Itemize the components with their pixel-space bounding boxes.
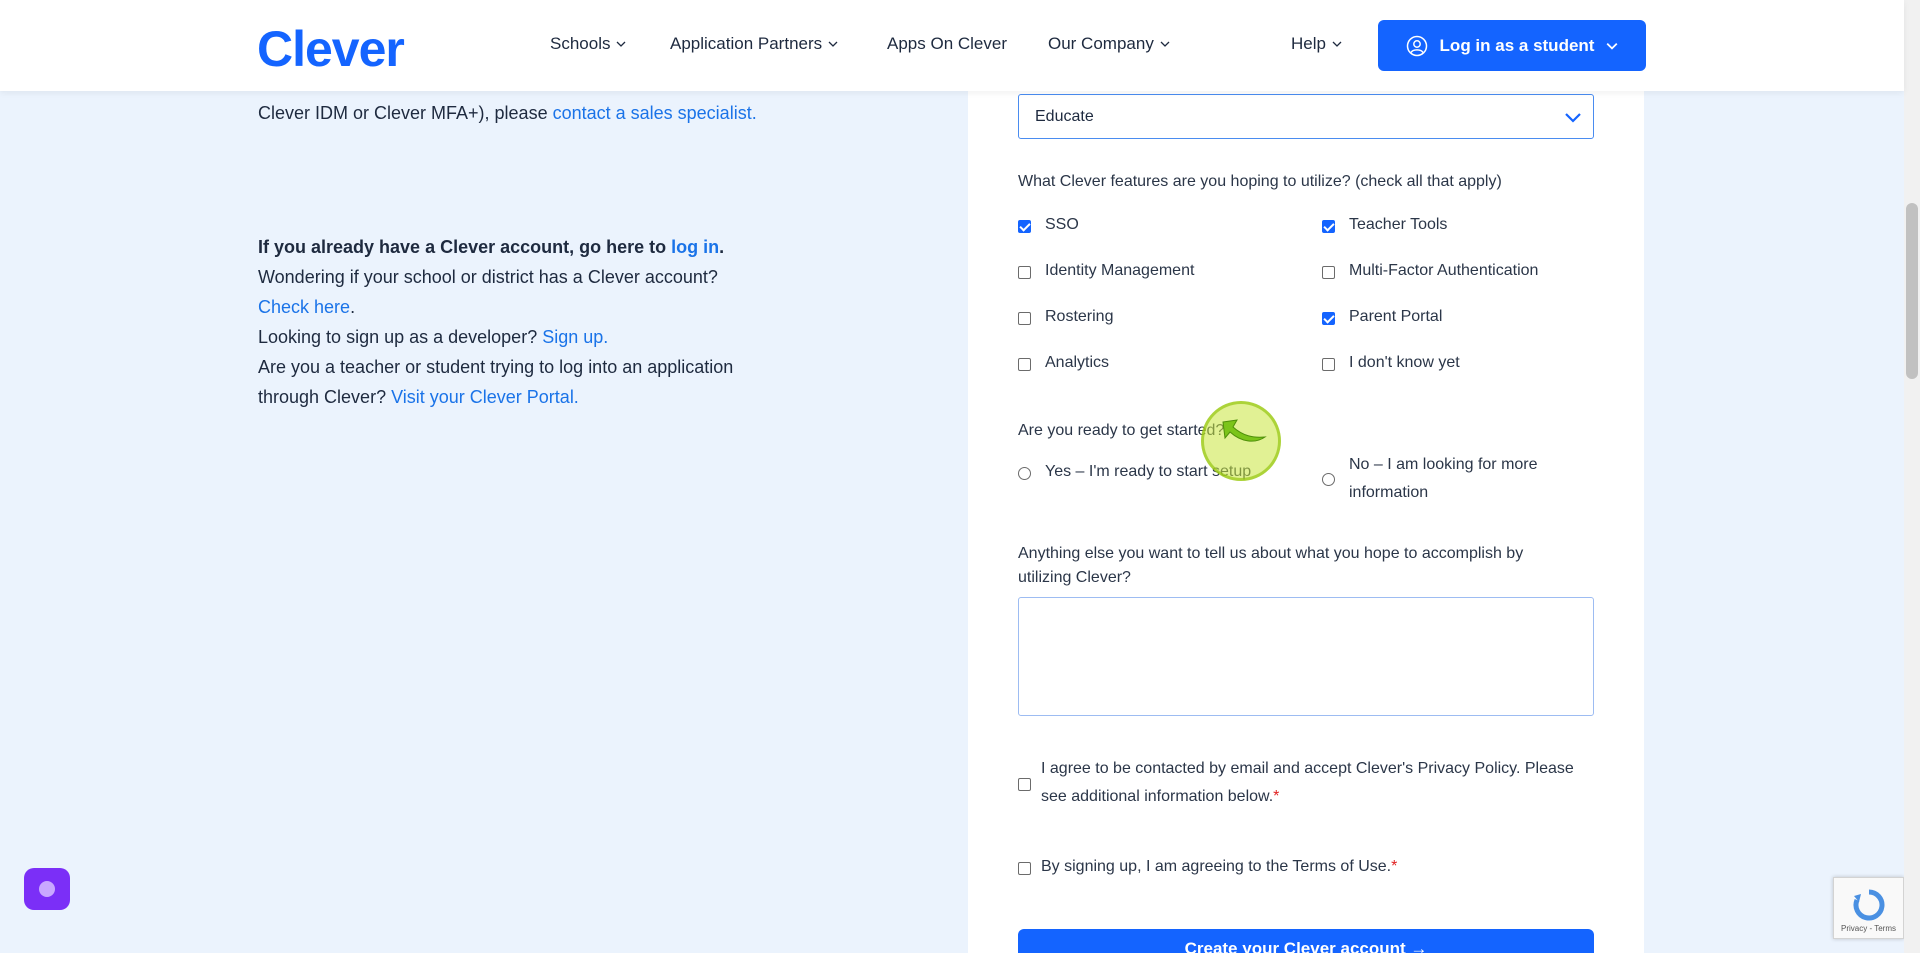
parent-portal-checkbox[interactable] — [1322, 312, 1335, 325]
clever-logo[interactable]: Clever — [257, 20, 405, 78]
chevron-down-icon — [1332, 41, 1342, 47]
account-text: If you already have a Clever account, go… — [258, 237, 672, 257]
analytics-label: Analytics — [1045, 354, 1110, 371]
login-as-student-button[interactable]: Log in as a student — [1378, 20, 1646, 71]
features-question: What Clever features are you hoping to u… — [1018, 173, 1502, 190]
required-mark: * — [1391, 858, 1398, 875]
scrollbar-thumb[interactable] — [1906, 203, 1918, 379]
teacher-line: Are you a teacher or student trying to l… — [258, 352, 733, 382]
ready-question: Are you ready to get started? — [1018, 422, 1225, 439]
create-account-button[interactable]: Create your Clever account → — [1018, 929, 1594, 953]
mfa-label: Multi-Factor Authentication — [1349, 262, 1539, 279]
clever-portal-link[interactable]: Visit your Clever Portal. — [391, 387, 579, 407]
nav-help-label: Help — [1291, 34, 1326, 53]
teacher-text: Are you a teacher or student trying to l… — [258, 357, 734, 377]
nav-schools[interactable]: Schools — [550, 34, 626, 54]
top-nav-bar: Clever Schools Application Partners Apps… — [0, 0, 1904, 91]
analytics-checkbox[interactable] — [1018, 358, 1031, 371]
account-line: If you already have a Clever account, go… — [258, 232, 724, 262]
rostering-checkbox[interactable] — [1018, 312, 1031, 325]
contact-sales-link[interactable]: contact a sales specialist. — [553, 103, 757, 123]
wonder-line: Wondering if your school or district has… — [258, 262, 718, 292]
nav-apps-on-clever-label: Apps On Clever — [887, 34, 1007, 53]
check-end: . — [350, 297, 356, 317]
anything-else-question: Anything else you want to tell us about … — [1018, 542, 1523, 590]
role-select-value: Educate — [1035, 107, 1094, 125]
anything-line1: Anything else you want to tell us about … — [1018, 545, 1524, 562]
login-link[interactable]: log in — [671, 237, 719, 257]
ready-no-radio[interactable] — [1322, 473, 1335, 486]
nav-apps-on-clever[interactable]: Apps On Clever — [887, 34, 1007, 54]
developer-line: Looking to sign up as a developer? Sign … — [258, 322, 608, 352]
sso-label: SSO — [1045, 216, 1079, 233]
sso-checkbox[interactable] — [1018, 220, 1031, 233]
wonder-text: Wondering if your school or district has… — [258, 267, 718, 287]
recaptcha-icon — [1853, 889, 1884, 921]
through-text: through Clever? — [258, 387, 392, 407]
anything-line2: utilizing Clever? — [1018, 569, 1131, 586]
chevron-down-icon — [828, 41, 838, 47]
dont-know-label: I don't know yet — [1349, 354, 1460, 371]
terms-checkbox[interactable] — [1018, 862, 1031, 875]
mfa-checkbox[interactable] — [1322, 266, 1335, 279]
login-button-label: Log in as a student — [1439, 35, 1595, 55]
account-end: . — [719, 237, 725, 257]
user-icon — [1406, 35, 1427, 56]
cursor-arrow-icon — [1222, 419, 1267, 442]
ready-no-line2: information — [1349, 484, 1429, 501]
privacy-line2: see additional information below. — [1041, 788, 1274, 805]
identity-management-checkbox[interactable] — [1018, 266, 1031, 279]
nav-application-partners[interactable]: Application Partners — [670, 34, 838, 54]
nav-our-company[interactable]: Our Company — [1048, 34, 1170, 54]
role-select[interactable]: Educate — [1018, 94, 1594, 139]
nav-application-partners-label: Application Partners — [670, 34, 823, 53]
chat-icon — [39, 881, 55, 897]
nav-schools-label: Schools — [550, 34, 611, 53]
nav-our-company-label: Our Company — [1048, 34, 1154, 53]
ready-no-line1: No – I am looking for more — [1349, 456, 1538, 473]
identity-management-label: Identity Management — [1045, 262, 1195, 279]
developer-text: Looking to sign up as a developer? — [258, 327, 543, 347]
recaptcha-terms[interactable]: Privacy - Terms — [1834, 924, 1903, 933]
check-here-link[interactable]: Check here — [258, 297, 350, 317]
rostering-label: Rostering — [1045, 308, 1114, 325]
chat-widget-button[interactable] — [24, 868, 70, 910]
required-mark: * — [1273, 788, 1280, 805]
ready-no-label: No – I am looking for more information — [1349, 451, 1538, 507]
chevron-down-icon — [1607, 42, 1618, 50]
recaptcha-badge[interactable]: Privacy - Terms — [1833, 877, 1904, 939]
privacy-line1: I agree to be contacted by email and acc… — [1041, 760, 1574, 777]
privacy-checkbox[interactable] — [1018, 778, 1031, 791]
ready-yes-radio[interactable] — [1018, 467, 1031, 480]
privacy-label: I agree to be contacted by email and acc… — [1041, 755, 1574, 811]
nav-help[interactable]: Help — [1291, 34, 1342, 54]
check-line: Check here. — [258, 292, 355, 322]
terms-label: By signing up, I am agreeing to the Term… — [1041, 853, 1397, 881]
chevron-down-icon — [617, 41, 626, 47]
parent-portal-label: Parent Portal — [1349, 308, 1443, 325]
anything-else-textarea[interactable] — [1018, 597, 1594, 716]
dont-know-checkbox[interactable] — [1322, 358, 1335, 371]
intro-text: Clever IDM or Clever MFA+), please — [258, 103, 553, 123]
teacher-tools-checkbox[interactable] — [1322, 220, 1335, 233]
developer-signup-link[interactable]: Sign up. — [542, 327, 608, 347]
terms-text: By signing up, I am agreeing to the Term… — [1041, 858, 1392, 875]
intro-paragraph: Clever IDM or Clever MFA+), please conta… — [258, 98, 757, 128]
chevron-down-icon — [1565, 113, 1581, 123]
page-scrollbar[interactable] — [1904, 0, 1920, 953]
teacher-tools-label: Teacher Tools — [1349, 216, 1448, 233]
portal-line: through Clever? Visit your Clever Portal… — [258, 382, 579, 412]
chevron-down-icon — [1160, 41, 1170, 47]
